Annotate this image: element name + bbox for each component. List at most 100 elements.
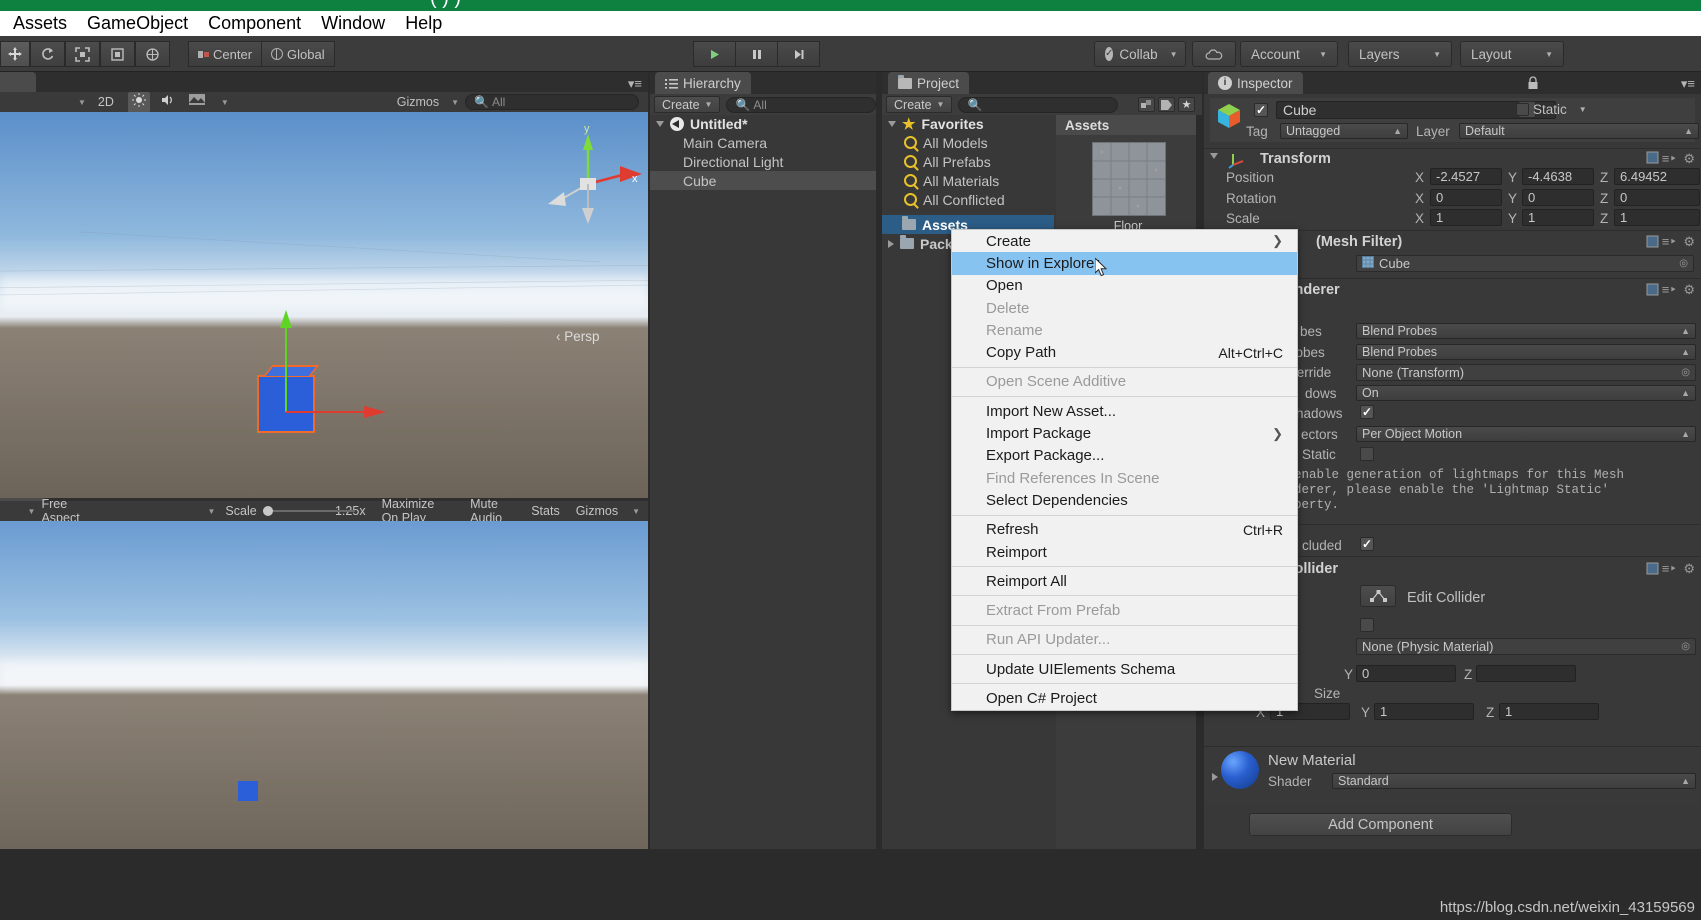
scene-move-gizmo[interactable] [250, 302, 430, 442]
project-favorite-all-prefabs[interactable]: All Prefabs [882, 152, 1054, 171]
anchor-override-field[interactable]: None (Transform) ◎ [1356, 364, 1696, 381]
scale-y-field[interactable]: 1 [1522, 209, 1594, 226]
scene-2d-toggle[interactable]: 2D [98, 95, 114, 109]
object-enabled-checkbox[interactable]: ✓ [1254, 103, 1268, 117]
menu-item-component[interactable]: Component [198, 11, 311, 36]
scene-search-input[interactable]: 🔍 All [465, 94, 639, 110]
scene-tab[interactable] [0, 72, 36, 94]
chevron-down-icon[interactable]: ▼ [1571, 105, 1587, 114]
context-menu-item-reimport[interactable]: Reimport [952, 541, 1297, 563]
layers-button[interactable]: Layers ▼ [1348, 41, 1452, 67]
position-y-field[interactable]: -4.4638 [1522, 168, 1594, 185]
context-menu-item-import-package[interactable]: Import Package ❯ [952, 422, 1297, 444]
context-menu-item-open[interactable]: Open [952, 275, 1297, 297]
scene-gizmos-button[interactable]: Gizmos [397, 95, 439, 109]
tag-dropdown[interactable]: Untagged ▲ [1280, 123, 1408, 139]
pivot-rotation-button[interactable]: Global [261, 41, 335, 67]
chevron-down-icon[interactable] [1210, 153, 1218, 159]
context-menu-item-import-new-asset[interactable]: Import New Asset... [952, 400, 1297, 422]
game-gizmos-button[interactable]: Gizmos [576, 504, 618, 518]
object-picker-icon[interactable]: ◎ [1679, 258, 1688, 269]
audio-icon[interactable] [160, 93, 176, 112]
layer-dropdown[interactable]: Default ▲ [1459, 123, 1699, 139]
scene-perspective-label[interactable]: ‹ Persp [556, 329, 600, 344]
gear-icon[interactable]: ⚙ [1683, 234, 1695, 250]
context-menu-item-open-csharp-project[interactable]: Open C# Project [952, 687, 1297, 709]
position-z-field[interactable]: 6.49452 [1614, 168, 1700, 185]
inspector-tab[interactable]: i Inspector [1208, 72, 1303, 94]
pause-button[interactable] [735, 41, 777, 67]
motion-vectors-dropdown[interactable]: Per Object Motion ▲ [1356, 426, 1696, 442]
collider-preset-icon[interactable] [1646, 562, 1659, 580]
project-favorite-all-materials[interactable]: All Materials [882, 171, 1054, 190]
context-menu-item-refresh[interactable]: Refresh Ctrl+R [952, 519, 1297, 541]
size-y-field[interactable]: 1 [1374, 703, 1474, 720]
scale-z-field[interactable]: 1 [1614, 209, 1700, 226]
mesh-field[interactable]: Cube ◎ [1356, 255, 1694, 272]
gizmos-chevron-icon[interactable]: ▼ [445, 98, 459, 107]
lightmap-static-checkbox[interactable] [1360, 447, 1374, 461]
cloud-button[interactable] [1192, 41, 1236, 67]
context-menu-item-select-dependencies[interactable]: Select Dependencies [952, 489, 1297, 511]
context-menu-item-create[interactable]: Create ❯ [952, 230, 1297, 252]
project-filter-label-icon[interactable] [1158, 97, 1175, 112]
mesh-filter-help-icon[interactable]: ≡‣ [1662, 234, 1677, 250]
transform-preset-icon[interactable] [1646, 151, 1659, 169]
step-button[interactable] [777, 41, 820, 67]
project-filter-model-icon[interactable] [1138, 97, 1155, 112]
pivot-mode-button[interactable]: Center [188, 41, 262, 67]
hierarchy-scene-row[interactable]: Untitled* [650, 115, 880, 133]
hierarchy-tab[interactable]: Hierarchy [655, 72, 751, 94]
object-name-field[interactable]: Cube [1276, 101, 1556, 119]
context-menu-item-show-in-explorer[interactable]: Show in Explorer [952, 252, 1297, 275]
add-component-button[interactable]: Add Component [1249, 813, 1512, 836]
scene-view-viewport[interactable]: y x ‹ Persp [0, 112, 648, 498]
transform-tool-icon[interactable] [135, 41, 170, 67]
static-toggle-group[interactable]: Static ▼ [1516, 102, 1587, 117]
inspector-lock-icon[interactable] [1527, 76, 1539, 95]
mesh-renderer-preset-icon[interactable] [1646, 283, 1659, 301]
material-name[interactable]: New Material [1268, 752, 1356, 769]
context-menu-item-reimport-all[interactable]: Reimport All [952, 570, 1297, 592]
center-y-field[interactable]: 0 [1356, 665, 1456, 682]
rotate-tool-icon[interactable] [30, 41, 65, 67]
menu-item-window[interactable]: Window [311, 11, 395, 36]
hierarchy-create-button[interactable]: Create ▼ [654, 96, 721, 113]
light-probes-dropdown[interactable]: Blend Probes ▲ [1356, 323, 1696, 339]
menu-item-assets[interactable]: Assets [3, 11, 77, 36]
chevron-right-icon[interactable] [888, 239, 894, 248]
aspect-chevron-icon[interactable]: ▼ [202, 507, 216, 516]
project-search-input[interactable]: 🔍 [958, 96, 1119, 113]
scale-tool-icon[interactable] [65, 41, 100, 67]
mesh-renderer-help-icon[interactable]: ≡‣ [1662, 282, 1677, 298]
project-tab[interactable]: Project [888, 72, 970, 94]
fx-chevron-icon[interactable]: ▼ [215, 98, 229, 107]
transform-help-icon[interactable]: ≡‣ [1662, 151, 1677, 167]
project-favorites-row[interactable]: ★ Favorites [882, 115, 1054, 133]
context-menu-item-copy-path[interactable]: Copy Path Alt+Ctrl+C [952, 341, 1297, 363]
inspector-panel-menu-icon[interactable]: ▾≡ [1681, 76, 1695, 92]
stats-button[interactable]: Stats [531, 504, 560, 518]
cast-shadows-dropdown[interactable]: On ▲ [1356, 385, 1696, 401]
account-button[interactable]: Account ▼ [1240, 41, 1338, 67]
is-trigger-checkbox[interactable] [1360, 618, 1374, 632]
lighting-icon[interactable] [127, 91, 150, 113]
scene-panel-menu-icon[interactable]: ▾≡ [628, 76, 642, 92]
project-create-button[interactable]: Create ▼ [886, 96, 953, 113]
play-button[interactable] [693, 41, 735, 67]
draw-mode-chevron-icon[interactable]: ▼ [72, 98, 86, 107]
rotation-z-field[interactable]: 0 [1614, 189, 1700, 206]
game-gizmos-chevron-icon[interactable]: ▼ [626, 507, 640, 516]
chevron-down-icon[interactable] [656, 121, 664, 127]
size-z-field[interactable]: 1 [1499, 703, 1599, 720]
shader-dropdown[interactable]: Standard ▲ [1332, 773, 1696, 789]
menu-item-gameobject[interactable]: GameObject [77, 11, 198, 36]
edit-collider-button[interactable] [1360, 585, 1396, 607]
collab-button[interactable]: ✓ Collab ▼ [1094, 41, 1186, 67]
rotation-x-field[interactable]: 0 [1430, 189, 1502, 206]
project-favorite-all-models[interactable]: All Models [882, 133, 1054, 152]
gear-icon[interactable]: ⚙ [1683, 151, 1695, 167]
gear-icon[interactable]: ⚙ [1683, 282, 1695, 298]
chevron-right-icon[interactable] [1212, 773, 1218, 781]
reflection-probes-dropdown[interactable]: Blend Probes ▲ [1356, 344, 1696, 360]
